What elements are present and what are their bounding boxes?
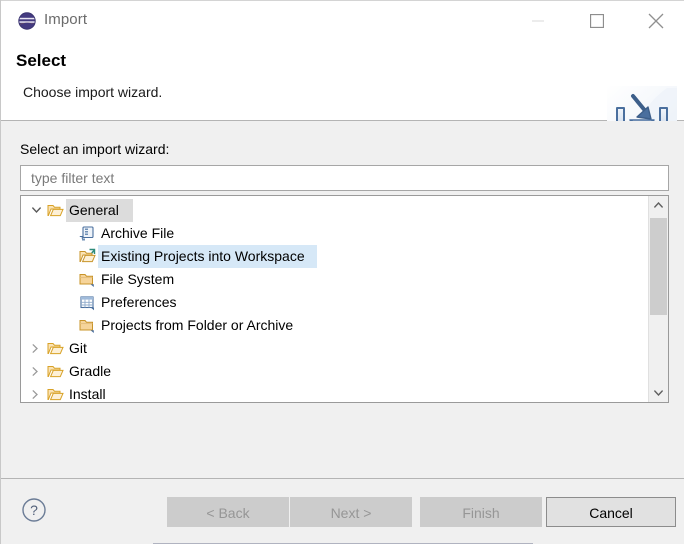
eclipse-logo-icon	[18, 12, 36, 30]
filter-input[interactable]	[20, 165, 669, 191]
tree-item-label: Git	[69, 340, 87, 356]
preferences-table-icon	[79, 294, 96, 311]
tree-item-label: File System	[101, 271, 175, 287]
tree-item-label: Install	[69, 386, 106, 402]
back-button[interactable]: < Back	[167, 497, 289, 527]
open-folder-import-icon	[79, 248, 96, 265]
finish-button[interactable]: Finish	[420, 497, 542, 527]
archive-file-icon	[79, 225, 96, 242]
minimize-button[interactable]	[515, 1, 561, 41]
open-folder-icon	[47, 202, 64, 219]
tree-item-file-system[interactable]: File System	[21, 268, 649, 291]
help-question-icon: ?	[22, 498, 46, 522]
open-folder-icon	[47, 340, 64, 357]
tree-item-archive-file[interactable]: Archive File	[21, 222, 649, 245]
tree-item-label: Preferences	[101, 294, 177, 310]
import-wizard-dialog: Import Select Choose import wizard. Sele…	[0, 0, 685, 544]
scroll-down-button[interactable]	[649, 384, 668, 402]
tree-item-preferences[interactable]: Preferences	[21, 291, 649, 314]
folder-icon	[79, 317, 96, 334]
tree-item-git[interactable]: Git	[21, 337, 649, 360]
wizard-tree[interactable]: General Archive File Existing Projects i…	[20, 195, 669, 403]
minimize-icon	[532, 20, 544, 22]
tree-item-label: Gradle	[69, 363, 112, 379]
open-folder-icon	[47, 386, 64, 402]
chevron-right-icon[interactable]	[28, 360, 44, 383]
close-button[interactable]	[633, 1, 679, 41]
close-icon	[648, 13, 664, 29]
chevron-right-icon[interactable]	[28, 337, 44, 360]
maximize-icon	[590, 14, 604, 28]
tree-item-label: General	[69, 202, 119, 218]
help-button[interactable]: ?	[21, 497, 47, 523]
chevron-up-icon	[654, 202, 663, 208]
tree-item-install[interactable]: Install	[21, 383, 649, 402]
tree-item-existing-projects-into-workspace[interactable]: Existing Projects into Workspace	[21, 245, 649, 268]
tree-item-label: Archive File	[101, 225, 175, 241]
tree-item-label: Projects from Folder or Archive	[101, 317, 294, 333]
chevron-down-icon	[654, 390, 663, 396]
page-title: Select	[16, 51, 67, 70]
wizard-header: Select Choose import wizard.	[1, 40, 684, 148]
tree-list: General Archive File Existing Projects i…	[21, 196, 649, 402]
scrollbar-thumb[interactable]	[650, 218, 667, 315]
chevron-right-icon[interactable]	[28, 383, 44, 402]
page-description: Choose import wizard.	[23, 84, 163, 100]
svg-text:?: ?	[30, 502, 38, 518]
window-title: Import	[44, 11, 88, 28]
cancel-button[interactable]: Cancel	[546, 497, 676, 527]
tree-vertical-scrollbar[interactable]	[648, 196, 668, 402]
dialog-footer: ? < Back Next > Finish Cancel	[1, 478, 684, 544]
tree-item-label: Existing Projects into Workspace	[101, 248, 305, 264]
folder-icon	[79, 271, 96, 288]
open-folder-icon	[47, 363, 64, 380]
tree-item-projects-from-folder-or-archive[interactable]: Projects from Folder or Archive	[21, 314, 649, 337]
next-button[interactable]: Next >	[290, 497, 412, 527]
scroll-up-button[interactable]	[649, 196, 668, 214]
title-bar: Import	[1, 0, 684, 41]
wizard-body: Select an import wizard: Gen	[1, 121, 684, 478]
filter-label: Select an import wizard:	[20, 141, 170, 157]
chevron-down-icon[interactable]	[28, 199, 44, 222]
tree-item-gradle[interactable]: Gradle	[21, 360, 649, 383]
maximize-button[interactable]	[574, 1, 620, 41]
tree-item-general[interactable]: General	[21, 199, 649, 222]
